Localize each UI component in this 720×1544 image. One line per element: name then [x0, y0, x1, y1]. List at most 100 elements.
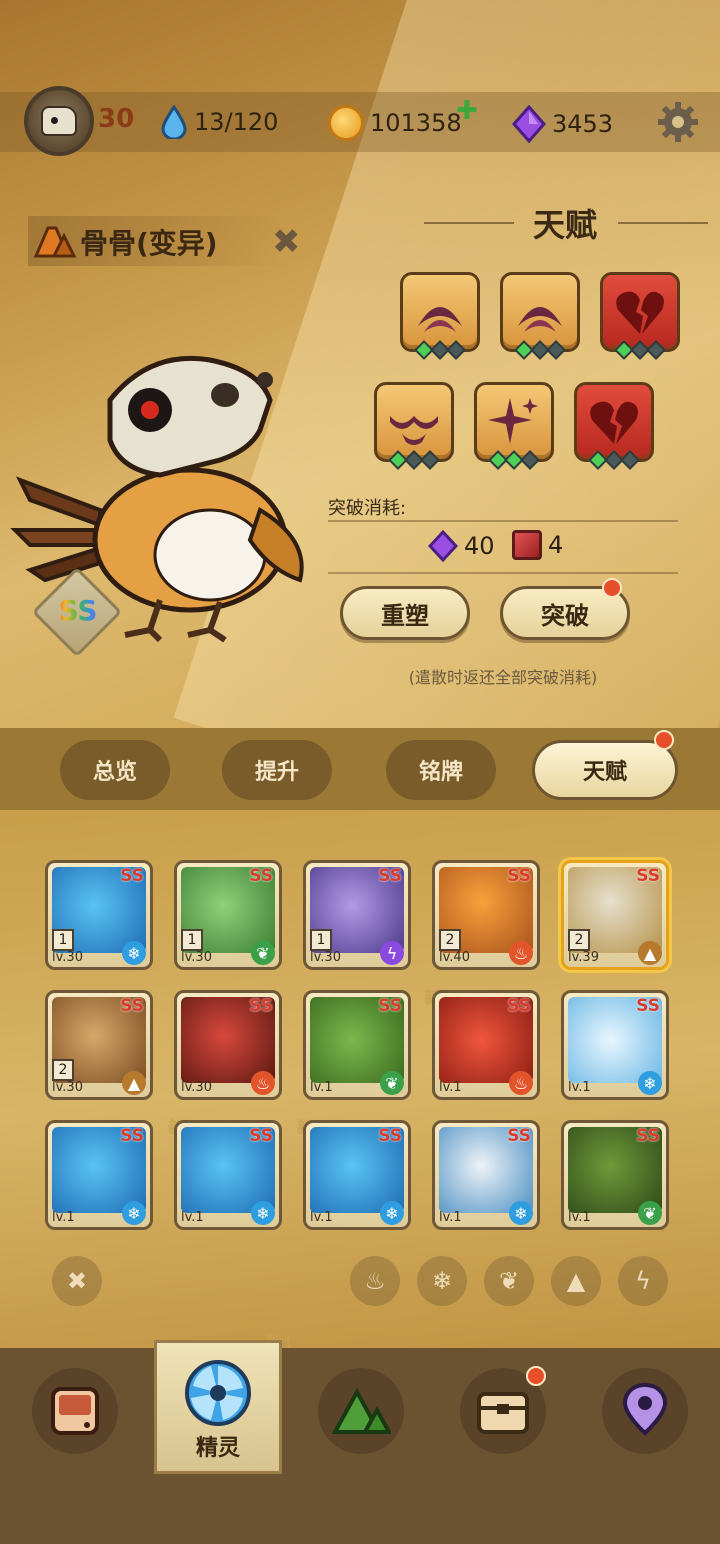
- chest-icon: [477, 1392, 529, 1434]
- pet-level: lv.40: [439, 950, 470, 965]
- coin-icon: [328, 105, 364, 141]
- fire-element-icon: ♨: [251, 1071, 275, 1095]
- talent-title: 天赋: [532, 206, 597, 244]
- stamina-value: 13/120: [194, 108, 279, 136]
- purple-gem-icon: [511, 104, 547, 144]
- pet-card[interactable]: SS 2 lv.40 ♨: [432, 860, 540, 970]
- fire-filter-icon[interactable]: ♨: [350, 1256, 400, 1306]
- broken-heart-icon: [616, 291, 664, 334]
- grade-badge-text: SS: [53, 594, 103, 627]
- broken-heart-icon: [590, 401, 638, 444]
- pet-grade: SS: [378, 866, 402, 886]
- pet-card[interactable]: SS 1 lv.30 ❄: [45, 860, 153, 970]
- talent-2-level: [512, 340, 568, 360]
- pet-level: lv.1: [310, 1210, 333, 1225]
- nav-pets-label: 精灵: [195, 1436, 240, 1461]
- pet-level: lv.30: [181, 950, 212, 965]
- ice-element-icon: ❄: [122, 1201, 146, 1225]
- book-cost-value: 4: [548, 531, 564, 559]
- pet-card[interactable]: SS 2 lv.30 ▲: [45, 990, 153, 1100]
- breakthrough-cost-label: 突破消耗:: [328, 498, 407, 519]
- earth-element-icon: ▲: [122, 1071, 146, 1095]
- pet-level: lv.30: [310, 950, 341, 965]
- pet-level: lv.1: [181, 1210, 204, 1225]
- lightning-element-icon: ϟ: [380, 941, 404, 965]
- pet-stack-count: 2: [439, 929, 461, 951]
- gem-resource[interactable]: 3453: [511, 104, 614, 144]
- nav-pets-icon-wrap: [175, 1350, 261, 1436]
- pet-level: lv.1: [568, 1210, 591, 1225]
- gem-value: 3453: [552, 110, 614, 138]
- pet-level: lv.30: [52, 1080, 83, 1095]
- pet-level: lv.30: [181, 1080, 212, 1095]
- gem-cost-value: 40: [464, 532, 495, 560]
- stamina-resource[interactable]: 13/120: [160, 104, 279, 141]
- player-level: 30: [98, 104, 135, 134]
- talent-1-level: [412, 340, 468, 360]
- pet-level: lv.1: [439, 1210, 462, 1225]
- pet-level: lv.1: [52, 1210, 75, 1225]
- reshape-button[interactable]: 重塑: [340, 586, 470, 640]
- pet-grade: SS: [378, 1126, 402, 1146]
- ice-element-icon: ❄: [251, 1201, 275, 1225]
- pet-level: lv.1: [568, 1080, 591, 1095]
- pet-card[interactable]: SS lv.1 ❄: [45, 1120, 153, 1230]
- pet-grade: SS: [636, 866, 660, 886]
- leaf-element-icon: ❦: [380, 1071, 404, 1095]
- ice-filter-icon[interactable]: ❄: [417, 1256, 467, 1306]
- machine-icon: [51, 1387, 99, 1435]
- pet-grade: SS: [249, 1126, 273, 1146]
- nav-map-button[interactable]: [318, 1368, 404, 1454]
- earth-filter-icon[interactable]: ▲: [551, 1256, 601, 1306]
- pet-card[interactable]: SS lv.1 ❄: [174, 1120, 282, 1230]
- fire-element-icon: ♨: [509, 941, 533, 965]
- pet-card[interactable]: SS 1 lv.30 ϟ: [303, 860, 411, 970]
- add-coins-plus-icon[interactable]: ✚: [456, 96, 478, 126]
- ice-element-icon: ❄: [122, 941, 146, 965]
- pet-card[interactable]: SS lv.30 ♨: [174, 990, 282, 1100]
- fire-element-icon: ♨: [509, 1071, 533, 1095]
- pet-stack-count: 2: [568, 929, 590, 951]
- leaf-filter-icon[interactable]: ❦: [484, 1256, 534, 1306]
- talent-4-level: [386, 450, 442, 470]
- tab-upgrade[interactable]: 提升: [222, 740, 332, 800]
- notification-dot: [654, 730, 674, 750]
- pet-grade: SS: [636, 996, 660, 1016]
- coin-value: 101358: [370, 109, 462, 137]
- tab-nameplate[interactable]: 铭牌: [386, 740, 496, 800]
- tab-talent[interactable]: 天赋: [532, 740, 678, 800]
- earth-element-icon: ▲: [638, 941, 662, 965]
- wings-talent-icon: [390, 416, 438, 445]
- pet-card[interactable]: SS 1 lv.30 ❦: [174, 860, 282, 970]
- purple-gem-icon: [427, 529, 459, 563]
- pet-card[interactable]: SS lv.1 ❄: [432, 1120, 540, 1230]
- lightning-filter-icon[interactable]: ϟ: [618, 1256, 668, 1306]
- nav-location-button[interactable]: [602, 1368, 688, 1454]
- nav-shop-button[interactable]: [32, 1368, 118, 1454]
- coin-resource[interactable]: 101358: [328, 105, 462, 141]
- tab-overview[interactable]: 总览: [60, 740, 170, 800]
- pet-card[interactable]: SS lv.1 ❄: [561, 990, 669, 1100]
- pet-level: lv.1: [439, 1080, 462, 1095]
- close-icon[interactable]: ✖: [272, 222, 301, 262]
- pet-card[interactable]: SS lv.1 ❦: [303, 990, 411, 1100]
- red-book-icon: [512, 530, 542, 560]
- pet-grade: SS: [507, 996, 531, 1016]
- divider: [328, 572, 678, 574]
- pet-card[interactable]: SS lv.1 ❄: [303, 1120, 411, 1230]
- pet-card-selected[interactable]: SS 2 lv.39 ▲: [561, 860, 669, 970]
- player-avatar[interactable]: [24, 86, 94, 156]
- claw-talent-icon: [518, 307, 562, 332]
- claw-talent-icon: [418, 307, 462, 332]
- spirit-swirl-icon: [185, 1360, 251, 1426]
- clear-filter-icon[interactable]: ✖: [52, 1256, 102, 1306]
- ice-element-icon: ❄: [380, 1201, 404, 1225]
- book-cost: 4: [512, 530, 563, 560]
- dismiss-refund-note: (遣散时返还全部突破消耗): [408, 668, 598, 687]
- pet-card[interactable]: SS lv.1 ♨: [432, 990, 540, 1100]
- gear-icon[interactable]: [656, 100, 700, 144]
- sparkle-talent-icon: [488, 398, 538, 444]
- skull-icon: [41, 106, 77, 136]
- pet-card[interactable]: SS lv.1 ❦: [561, 1120, 669, 1230]
- pet-grade: SS: [249, 996, 273, 1016]
